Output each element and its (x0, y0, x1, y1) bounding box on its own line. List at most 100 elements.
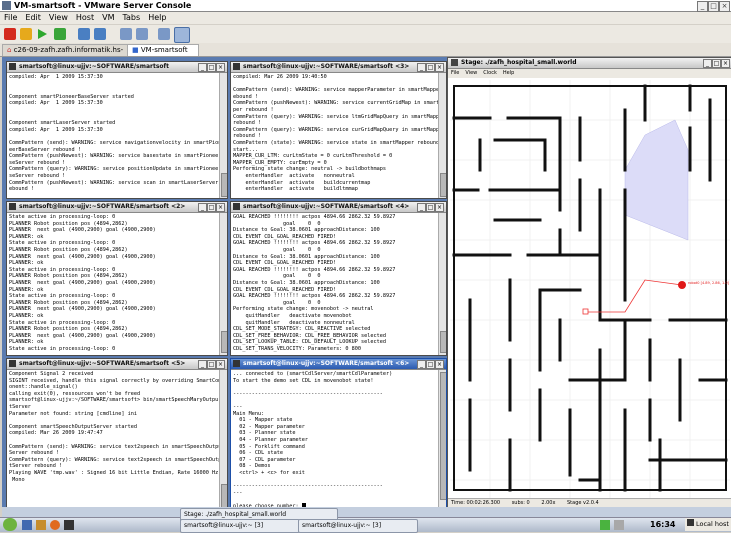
terminal-icon (9, 360, 16, 367)
tab-vm[interactable]: ■ VM-smartsoft (127, 44, 199, 56)
play-icon[interactable] (36, 28, 48, 40)
terminal-window-4[interactable]: smartsoft@linux-ujjv:~SOFTWARE/smartsoft… (230, 201, 447, 356)
terminal-output[interactable]: compiled: Apr 1 2009 15:37:30 Component … (9, 74, 219, 196)
terminal-line: Distance to Goal: 38.0601 approachDistan… (233, 279, 380, 286)
clock[interactable]: 16:34 (650, 518, 675, 532)
scrollbar[interactable] (219, 73, 227, 198)
minimize-icon[interactable]: _ (198, 203, 207, 212)
menu-vm[interactable]: VM (98, 12, 118, 24)
terminal-output[interactable]: ... connected to (smartCdlServer/smartCd… (233, 371, 438, 507)
terminal-window-3[interactable]: smartsoft@linux-ujjv:~SOFTWARE/smartsoft… (230, 61, 447, 199)
terminal-titlebar[interactable]: smartsoft@linux-ujjv:~SOFTWARE/smartsoft… (231, 202, 446, 213)
maximize-icon[interactable]: □ (207, 63, 216, 72)
terminal-line: SIGINT received, handle this signal corr… (9, 377, 219, 384)
terminal-output[interactable]: Component Signal 2 received SIGINT receiv… (9, 371, 219, 507)
terminal-line: CommPattern (query): WARNING: service te… (9, 456, 219, 463)
close-icon[interactable]: × (435, 203, 444, 212)
terminal-titlebar[interactable]: smartsoft@linux-ujjv:~SOFTWARE/smartsoft… (7, 202, 227, 213)
stage-menu-file[interactable]: File (448, 70, 462, 76)
file-manager-icon[interactable] (36, 520, 46, 530)
terminal-line: CommPattern (send): WARNING: service tex… (9, 443, 219, 450)
terminal-titlebar[interactable]: smartsoft@linux-ujjv:~SOFTWARE/smartsoft… (7, 359, 227, 370)
menu-help[interactable]: Help (144, 12, 170, 24)
reset-icon[interactable] (54, 28, 66, 40)
terminal-window-6[interactable]: smartsoft@linux-ujjv:~SOFTWARE/smartsoft… (230, 358, 447, 510)
guest-desktop[interactable]: smartsoft@linux-ujjv:~SOFTWARE/smartsoft… (2, 57, 731, 517)
maximize-icon[interactable]: □ (207, 360, 216, 369)
scrollbar[interactable] (219, 213, 227, 355)
close-icon[interactable]: × (216, 360, 225, 369)
terminal-line: GOAL REACHED !!!!!!!! actpos 4894.66 286… (233, 266, 396, 273)
revert-icon[interactable] (94, 28, 106, 40)
menu-file[interactable]: File (0, 12, 21, 24)
terminal-line: 06 - CDL state (233, 450, 283, 457)
maximize-icon[interactable]: □ (207, 203, 216, 212)
stage-menu-help[interactable]: Help (500, 70, 517, 76)
show-desktop-icon[interactable] (22, 520, 32, 530)
pause-icon[interactable] (20, 28, 32, 40)
close-icon[interactable]: × (719, 1, 730, 12)
terminal-launcher-icon[interactable] (64, 520, 74, 530)
terminal-line: GOAL REACHED !!!!!!!! actpos 4894.66 286… (233, 240, 396, 247)
start-menu-icon[interactable] (3, 518, 17, 531)
maximize-icon[interactable]: □ (426, 63, 435, 72)
terminal-output[interactable]: State active in processing-loop: 0 PLANNE… (9, 214, 219, 353)
stage-menu-view[interactable]: View (462, 70, 480, 76)
volume-icon[interactable] (614, 520, 624, 530)
terminal-window-1[interactable]: smartsoft@linux-ujjv:~SOFTWARE/smartsoft… (6, 61, 228, 199)
terminal-titlebar[interactable]: smartsoft@linux-ujjv:~SOFTWARE/smartsoft… (7, 62, 227, 73)
terminal-titlebar[interactable]: smartsoft@linux-ujjv:~SOFTWARE/smartsoft… (231, 359, 446, 370)
close-icon[interactable]: × (435, 63, 444, 72)
menu-edit[interactable]: Edit (21, 12, 45, 24)
minimize-icon[interactable]: _ (703, 59, 712, 68)
maximize-icon[interactable]: □ (712, 59, 721, 68)
stage-window[interactable]: Stage: ./zafh_hospital_small.world _ □ ×… (447, 57, 731, 509)
snapshot-icon[interactable] (78, 28, 90, 40)
maximize-icon[interactable]: □ (708, 1, 719, 12)
minimize-icon[interactable]: _ (417, 63, 426, 72)
terminal-output[interactable]: compiled: Mar 26 2009 19:40:50 CommPatte… (233, 74, 438, 196)
terminal-line: State active in processing-loop: 0 (9, 293, 116, 300)
stage-titlebar[interactable]: Stage: ./zafh_hospital_small.world _ □ × (448, 58, 731, 69)
scrollbar[interactable] (438, 73, 446, 198)
minimize-icon[interactable]: _ (417, 360, 426, 369)
maximize-icon[interactable]: □ (426, 360, 435, 369)
quickswitch-icon[interactable] (136, 28, 148, 40)
terminal-line: goal 0 0 (233, 299, 321, 306)
terminal-line: <ctrl> + <c> for exit (233, 469, 305, 476)
terminal-window-2[interactable]: smartsoft@linux-ujjv:~SOFTWARE/smartsoft… (6, 201, 228, 356)
terminal-titlebar[interactable]: smartsoft@linux-ujjv:~SOFTWARE/smartsoft… (231, 62, 446, 73)
terminal-line: CommPattern (query): WARNING: service po… (9, 166, 219, 173)
terminal-line: CDL_SET_FREE_BEHAVIOR: CDL_FREE_BEHAVIOR… (233, 332, 387, 339)
fullscreen-icon[interactable] (120, 28, 132, 40)
menu-host[interactable]: Host (72, 12, 98, 24)
scrollbar[interactable] (438, 213, 446, 355)
summary-icon[interactable] (158, 28, 170, 40)
terminal-line: eerBaseServer rebound ! (9, 146, 81, 153)
stage-menu-clock[interactable]: Clock (480, 70, 500, 76)
console-icon[interactable] (174, 27, 190, 43)
terminal-output[interactable]: GOAL REACHED !!!!!!!! actpos 4894.66 286… (233, 214, 438, 353)
close-icon[interactable]: × (721, 59, 730, 68)
stage-map[interactable]: robot0 [4.89, 2.86, 1.0] (450, 80, 730, 498)
minimize-icon[interactable]: _ (417, 203, 426, 212)
menu-tabs[interactable]: Tabs (118, 12, 144, 24)
minimize-icon[interactable]: _ (697, 1, 708, 12)
stop-icon[interactable] (4, 28, 16, 40)
firefox-icon[interactable] (50, 520, 60, 530)
scrollbar[interactable] (438, 370, 446, 509)
close-icon[interactable]: × (216, 63, 225, 72)
terminal-window-5[interactable]: smartsoft@linux-ujjv:~SOFTWARE/smartsoft… (6, 358, 228, 510)
close-icon[interactable]: × (435, 360, 444, 369)
maximize-icon[interactable]: □ (426, 203, 435, 212)
minimize-icon[interactable]: _ (198, 63, 207, 72)
menu-view[interactable]: View (45, 12, 72, 24)
tab-host[interactable]: ⌂ c26-09-zafh.zafh.informatik.hs-ulm.de (2, 44, 130, 65)
minimize-icon[interactable]: _ (198, 360, 207, 369)
terminal-line: start... (233, 146, 258, 153)
close-icon[interactable]: × (216, 203, 225, 212)
scrollbar[interactable] (219, 370, 227, 509)
window-titlebar[interactable]: VM-smartsoft - VMware Server Console _ □… (0, 0, 731, 12)
